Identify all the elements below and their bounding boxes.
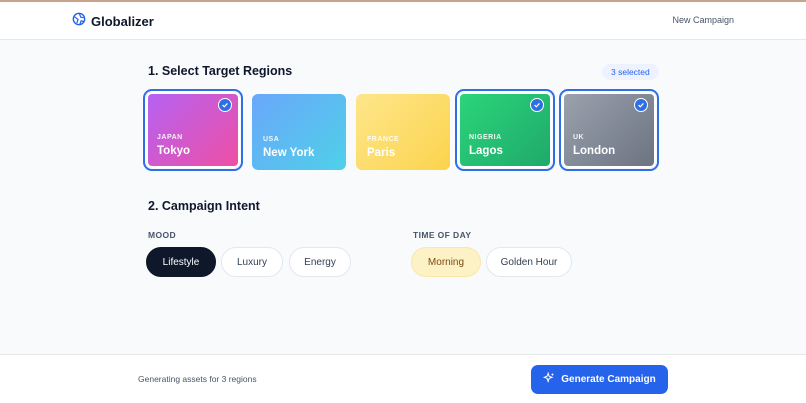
region-card-london[interactable]: UK London <box>559 89 659 171</box>
sparkle-icon <box>543 371 555 387</box>
mood-option-luxury[interactable]: Luxury <box>221 247 283 277</box>
region-card-new-york[interactable]: USA New York <box>252 94 346 170</box>
region-city: New York <box>263 147 315 159</box>
region-country: FRANCE <box>367 136 400 143</box>
region-city: Tokyo <box>157 145 191 157</box>
region-country: USA <box>263 136 280 143</box>
region-country: UK <box>573 134 585 141</box>
generate-label: Generate Campaign <box>561 374 656 385</box>
check-icon <box>634 98 648 112</box>
generation-status: Generating assets for 3 regions <box>138 374 257 384</box>
check-icon <box>530 98 544 112</box>
region-country: NIGERIA <box>469 134 502 141</box>
region-card-tokyo[interactable]: JAPAN Tokyo <box>143 89 243 171</box>
intent-section-title: 2. Campaign Intent <box>148 199 260 213</box>
mood-label: MOOD <box>148 230 177 240</box>
check-icon <box>218 98 232 112</box>
generate-campaign-button[interactable]: Generate Campaign <box>531 365 668 394</box>
region-city: Paris <box>367 147 396 159</box>
brand-logo[interactable]: Globalizer <box>72 12 154 31</box>
selected-count-badge: 3 selected <box>602 64 659 80</box>
region-card-paris[interactable]: FRANCE Paris <box>356 94 450 170</box>
top-header: Globalizer New Campaign <box>0 2 806 40</box>
app-name: Globalizer <box>91 14 154 29</box>
regions-section-title: 1. Select Target Regions <box>148 64 293 78</box>
region-country: JAPAN <box>157 134 183 141</box>
mood-option-energy[interactable]: Energy <box>289 247 351 277</box>
time-option-golden-hour[interactable]: Golden Hour <box>486 247 572 277</box>
region-city: Lagos <box>469 145 503 157</box>
region-card-lagos[interactable]: NIGERIA Lagos <box>455 89 555 171</box>
footer-bar: Generating assets for 3 regions Generate… <box>0 354 806 403</box>
new-campaign-link[interactable]: New Campaign <box>672 15 734 25</box>
time-of-day-label: TIME OF DAY <box>413 230 472 240</box>
globe-icon <box>72 12 86 31</box>
time-option-morning[interactable]: Morning <box>411 247 481 277</box>
mood-option-lifestyle[interactable]: Lifestyle <box>146 247 216 277</box>
region-city: London <box>573 145 616 157</box>
